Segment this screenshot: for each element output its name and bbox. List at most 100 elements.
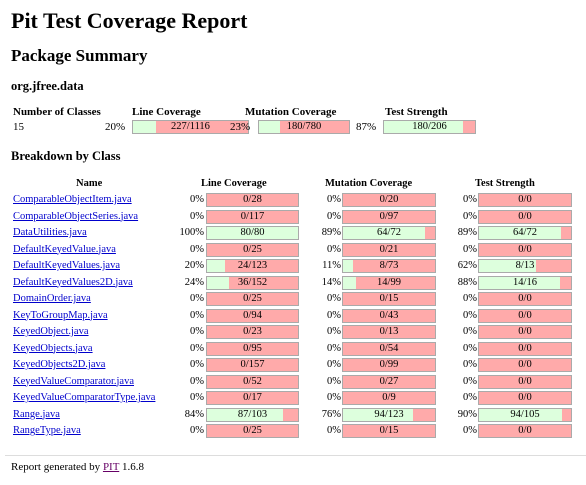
mutation-coverage-bar: 0/13 [342,325,436,339]
line-coverage-fraction: 0/25 [243,425,262,436]
mutation-coverage-percent: 0% [327,243,341,255]
footer-text: Report generated by [11,461,103,473]
class-link[interactable]: ComparableObjectSeries.java [13,211,138,222]
line-coverage-fraction: 0/52 [243,375,262,387]
mutation-coverage-bar: 64/72 [342,226,436,240]
test-strength-bar: 0/0 [478,358,572,372]
summary-mutation-coverage-bar: 180/780 [258,120,350,134]
test-strength-percent: 90% [457,408,477,420]
test-strength-fraction: 64/72 [513,227,537,238]
class-link[interactable]: DefaultKeyedValues.java [13,260,120,271]
line-coverage-fraction: 36/152 [237,276,268,288]
line-coverage-fraction: 0/23 [243,326,262,337]
line-coverage-bar: 0/25 [206,242,299,257]
line-coverage-percent: 84% [184,408,204,420]
mutation-coverage-fraction: 64/72 [377,227,401,238]
test-strength-percent: 0% [463,359,477,370]
class-link[interactable]: KeyedValueComparator.java [13,376,134,387]
line-coverage-percent: 0% [190,210,204,222]
line-coverage-bar: 0/52 [206,374,299,389]
mutation-coverage-fraction: 0/9 [382,392,396,403]
mutation-coverage-percent: 0% [327,309,341,321]
test-strength-fraction: 0/0 [518,375,532,387]
test-strength-percent: 0% [463,342,477,354]
mutation-coverage-percent: 14% [321,276,341,288]
table-row: KeyToGroupMap.java 0% 0/94 0% 0/43 0% 0/0 [11,308,586,325]
table-row: DefaultKeyedValue.java 0% 0/25 0% 0/21 0% 0/0 [11,242,586,259]
test-strength-bar: 0/0 [478,292,572,306]
test-strength-fraction: 0/0 [518,210,532,222]
line-coverage-bar: 0/157 [206,358,299,372]
class-link[interactable]: ComparableObjectItem.java [13,194,132,205]
test-strength-bar: 14/16 [478,275,572,290]
test-strength-fraction: 94/105 [510,408,540,420]
pit-link[interactable]: PIT [103,461,119,473]
test-strength-percent: 89% [457,227,477,238]
mutation-coverage-fraction: 0/54 [379,342,399,354]
class-link[interactable]: RangeType.java [13,425,81,436]
breakdown-heading: Breakdown by Class [11,149,121,163]
test-strength-bar: 8/13 [478,259,572,273]
line-coverage-bar: 87/103 [206,407,299,422]
line-coverage-percent: 0% [190,359,204,370]
line-coverage-bar: 80/80 [206,226,299,240]
mutation-coverage-bar: 0/54 [342,341,436,356]
table-row: KeyedValueComparatorType.java 0% 0/17 0% 0/9… [11,391,586,407]
test-strength-bar: 64/72 [478,226,572,240]
line-coverage-fraction: 0/17 [243,392,262,403]
table-row: KeyedObjects2D.java 0% 0/157 0% 0/99 0% 0/0 [11,358,586,374]
table-row: DefaultKeyedValues.java 20% 24/123 11% 8/73 6… [11,259,586,275]
line-coverage-bar: 0/95 [206,341,299,356]
mutation-coverage-fraction: 0/27 [379,375,399,387]
test-strength-bar: 0/0 [478,341,572,356]
class-link[interactable]: DomainOrder.java [13,293,91,304]
table-row: KeyedObjects.java 0% 0/95 0% 0/54 0% 0/0 [11,341,586,358]
line-coverage-percent: 0% [190,342,204,354]
line-coverage-bar: 0/25 [206,424,299,438]
class-link[interactable]: KeyedObject.java [13,326,89,337]
mutation-coverage-bar: 14/99 [342,275,436,290]
line-coverage-percent: 20% [184,260,204,271]
mutation-coverage-fraction: 14/99 [377,276,401,288]
line-coverage-fraction: 0/95 [243,342,262,354]
test-strength-fraction: 0/0 [518,293,532,304]
test-strength-bar: 0/0 [478,391,572,405]
class-link[interactable]: DefaultKeyedValues2D.java [13,277,133,288]
test-strength-fraction: 0/0 [518,392,532,403]
line-coverage-percent: 0% [190,425,204,436]
class-link[interactable]: KeyToGroupMap.java [13,310,108,321]
test-strength-bar: 0/0 [478,209,572,224]
mutation-coverage-bar: 0/99 [342,358,436,372]
class-link[interactable]: DefaultKeyedValue.java [13,244,116,255]
class-link[interactable]: Range.java [13,409,60,420]
mutation-coverage-fraction: 0/13 [379,326,399,337]
test-strength-percent: 0% [463,243,477,255]
mutation-coverage-percent: 11% [322,260,341,271]
test-strength-fraction: 0/0 [518,194,532,205]
class-link[interactable]: DataUtilities.java [13,227,87,238]
summary-mutation-pct: 23% [230,121,251,133]
class-link[interactable]: KeyedObjects.java [13,343,93,354]
column-header-test-strength: Test Strength [475,178,535,189]
package-name: org.jfree.data [11,79,84,93]
line-coverage-fraction: 0/25 [243,243,262,255]
class-link[interactable]: KeyedObjects2D.java [13,359,105,370]
mutation-coverage-percent: 0% [327,194,341,205]
table-row: ComparableObjectSeries.java 0% 0/117 0% 0/97… [11,209,586,226]
test-strength-fraction: 8/13 [515,260,535,271]
line-coverage-fraction: 24/123 [237,260,268,271]
line-coverage-fraction: 87/103 [237,408,268,420]
class-link[interactable]: KeyedValueComparatorType.java [13,392,155,403]
mutation-coverage-percent: 0% [327,425,341,436]
line-coverage-percent: 24% [184,276,204,288]
mutation-coverage-bar: 0/9 [342,391,436,405]
mutation-coverage-percent: 0% [327,210,341,222]
table-row: RangeType.java 0% 0/25 0% 0/15 0% 0/0 [11,424,586,440]
summary-line-pct: 20% [105,121,126,133]
line-coverage-bar: 0/117 [206,209,299,224]
mutation-coverage-percent: 89% [321,227,341,238]
test-strength-fraction: 0/0 [518,309,532,321]
header-line-coverage: Line Coverage [132,106,201,118]
line-coverage-bar: 0/28 [206,193,299,207]
mutation-coverage-percent: 0% [327,392,341,403]
